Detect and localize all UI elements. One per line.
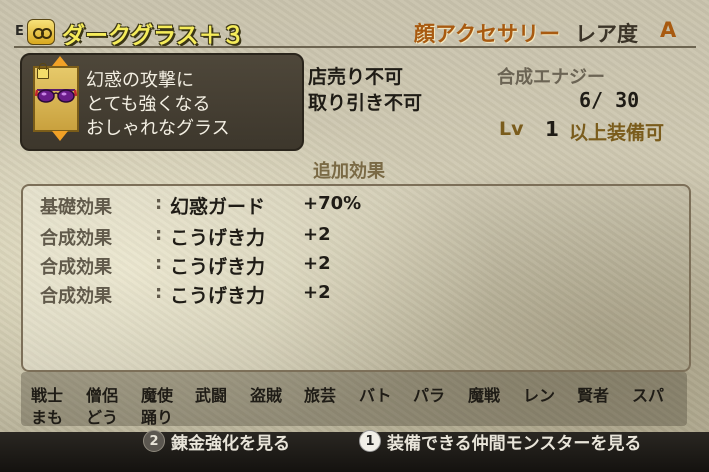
job-label: 賢者 <box>577 386 610 405</box>
level-value: 1 <box>545 117 559 141</box>
job-label: 踊り <box>141 408 174 427</box>
effect-value: +2 <box>303 224 331 245</box>
effect-colon: : <box>155 253 163 274</box>
view-monsters-label: 装備できる仲間モンスターを見る <box>387 433 642 454</box>
effect-name: こうげき力 <box>170 227 266 249</box>
description-line-2: とても強くなる <box>86 94 211 115</box>
job-label: 魔戦 <box>468 386 501 405</box>
item-name: ダークグラス＋３ <box>62 23 245 49</box>
effect-name: こうげき力 <box>170 285 266 307</box>
effect-value: +2 <box>303 253 331 274</box>
level-requirement: 以上装備可 <box>569 122 665 144</box>
job-label: バト <box>359 386 392 405</box>
effect-value: +2 <box>303 282 331 303</box>
effect-value: +70% <box>303 193 362 214</box>
job-label: 魔使 <box>141 386 174 405</box>
button-2-icon: 2 <box>143 430 165 452</box>
arrow-up-icon[interactable] <box>52 56 68 66</box>
trade-status: 取り引き不可 <box>308 92 423 114</box>
slot-type: 顔アクセサリー <box>414 22 560 46</box>
description-line-3: おしゃれなグラス <box>86 118 230 139</box>
effect-colon: : <box>155 193 163 214</box>
lock-icon <box>37 63 49 79</box>
effect-label: 基礎効果 <box>40 197 112 218</box>
effect-name: 幻惑ガード <box>170 196 266 218</box>
job-label: 武闘 <box>195 386 228 405</box>
effect-name: こうげき力 <box>170 256 266 278</box>
shop-status: 店売り不可 <box>308 66 404 88</box>
job-label: 僧侶 <box>86 386 119 405</box>
description-line-1: 幻惑の攻撃に <box>86 70 194 91</box>
job-label: 旅芸 <box>304 386 337 405</box>
level-label: Lv <box>499 118 524 140</box>
view-alchemy-label: 錬金強化を見る <box>171 433 290 454</box>
section-title: 追加効果 <box>313 161 385 182</box>
effect-label: 合成効果 <box>40 257 112 278</box>
job-label: レン <box>523 386 556 405</box>
job-label: 盗賊 <box>250 386 283 405</box>
effect-colon: : <box>155 224 163 245</box>
view-monsters-button[interactable]: 1 装備できる仲間モンスターを見る <box>359 428 641 454</box>
effect-colon: : <box>155 282 163 303</box>
equipped-icon <box>27 19 55 45</box>
synth-energy-value: 6/ 30 <box>579 88 640 112</box>
arrow-down-icon[interactable] <box>52 131 68 141</box>
job-label: 戦士 <box>31 386 64 405</box>
job-label: まも <box>31 408 64 427</box>
glasses-icon <box>35 89 77 103</box>
effect-label: 合成効果 <box>40 228 112 249</box>
job-label: スパ <box>632 386 665 405</box>
equipped-mark: E <box>15 24 24 39</box>
synth-energy-label: 合成エナジー <box>497 67 605 88</box>
button-1-icon: 1 <box>359 430 381 452</box>
job-label: どう <box>86 408 119 427</box>
rarity-label: レア度 <box>575 22 638 46</box>
effect-label: 合成効果 <box>40 286 112 307</box>
view-alchemy-button[interactable]: 2 錬金強化を見る <box>143 428 290 454</box>
rarity-value: A <box>660 18 677 42</box>
header-divider <box>14 46 696 48</box>
job-label: パラ <box>413 386 446 405</box>
